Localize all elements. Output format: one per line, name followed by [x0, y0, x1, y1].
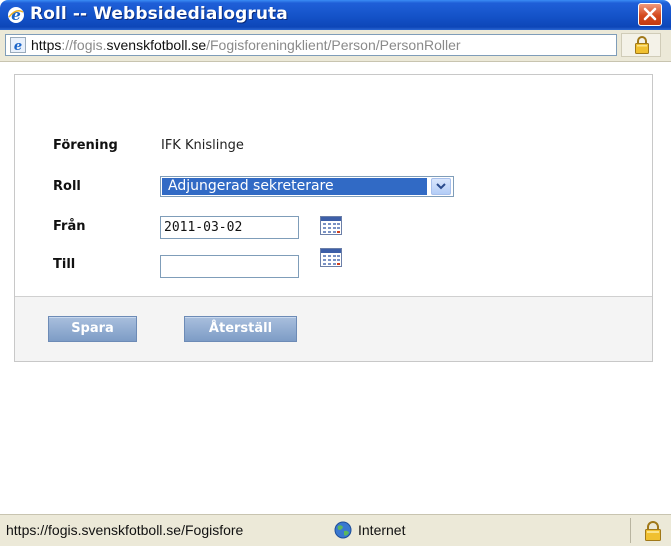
calendar-icon[interactable] [320, 216, 342, 235]
save-button[interactable]: Spara [48, 316, 137, 342]
url-text: https://fogis.svenskfotboll.se/Fogisfore… [31, 37, 461, 53]
page-icon: e [10, 37, 26, 53]
lock-icon[interactable] [643, 520, 663, 542]
roll-selected-value: Adjungerad sekreterare [162, 178, 427, 195]
status-divider [630, 518, 631, 543]
security-zone: Internet [358, 522, 406, 538]
svg-text:e: e [11, 6, 21, 24]
title-bar: e Roll -- Webbsidedialogruta [0, 0, 671, 30]
dialog-content: Förening IFK Knislinge Roll Adjungerad s… [14, 74, 653, 362]
fran-date-input[interactable]: 2011-03-02 [160, 216, 299, 239]
till-date-input[interactable] [160, 255, 299, 278]
close-icon [643, 7, 657, 21]
calendar-icon[interactable] [320, 248, 342, 267]
fran-label: Från [53, 219, 86, 234]
reset-button[interactable]: Återställ [184, 316, 297, 342]
url-field[interactable]: e https://fogis.svenskfotboll.se/Fogisfo… [5, 34, 617, 56]
forening-label: Förening [53, 138, 118, 153]
role-form: Förening IFK Knislinge Roll Adjungerad s… [15, 75, 652, 297]
chevron-down-icon [436, 183, 446, 190]
address-bar: e https://fogis.svenskfotboll.se/Fogisfo… [0, 30, 671, 62]
svg-text:e: e [14, 39, 22, 53]
till-label: Till [53, 257, 76, 272]
ie-logo-icon: e [8, 6, 24, 24]
lock-icon [635, 36, 649, 54]
security-lock[interactable] [621, 33, 661, 57]
window-title: Roll -- Webbsidedialogruta [30, 4, 288, 24]
status-url: https://fogis.svenskfotboll.se/Fogisfore [6, 522, 244, 538]
close-button[interactable] [638, 3, 662, 26]
status-bar: https://fogis.svenskfotboll.se/Fogisfore… [0, 514, 671, 546]
dropdown-button[interactable] [431, 178, 451, 195]
globe-icon [334, 521, 352, 539]
forening-value: IFK Knislinge [161, 138, 244, 153]
roll-label: Roll [53, 179, 81, 194]
roll-select[interactable]: Adjungerad sekreterare [160, 176, 454, 197]
